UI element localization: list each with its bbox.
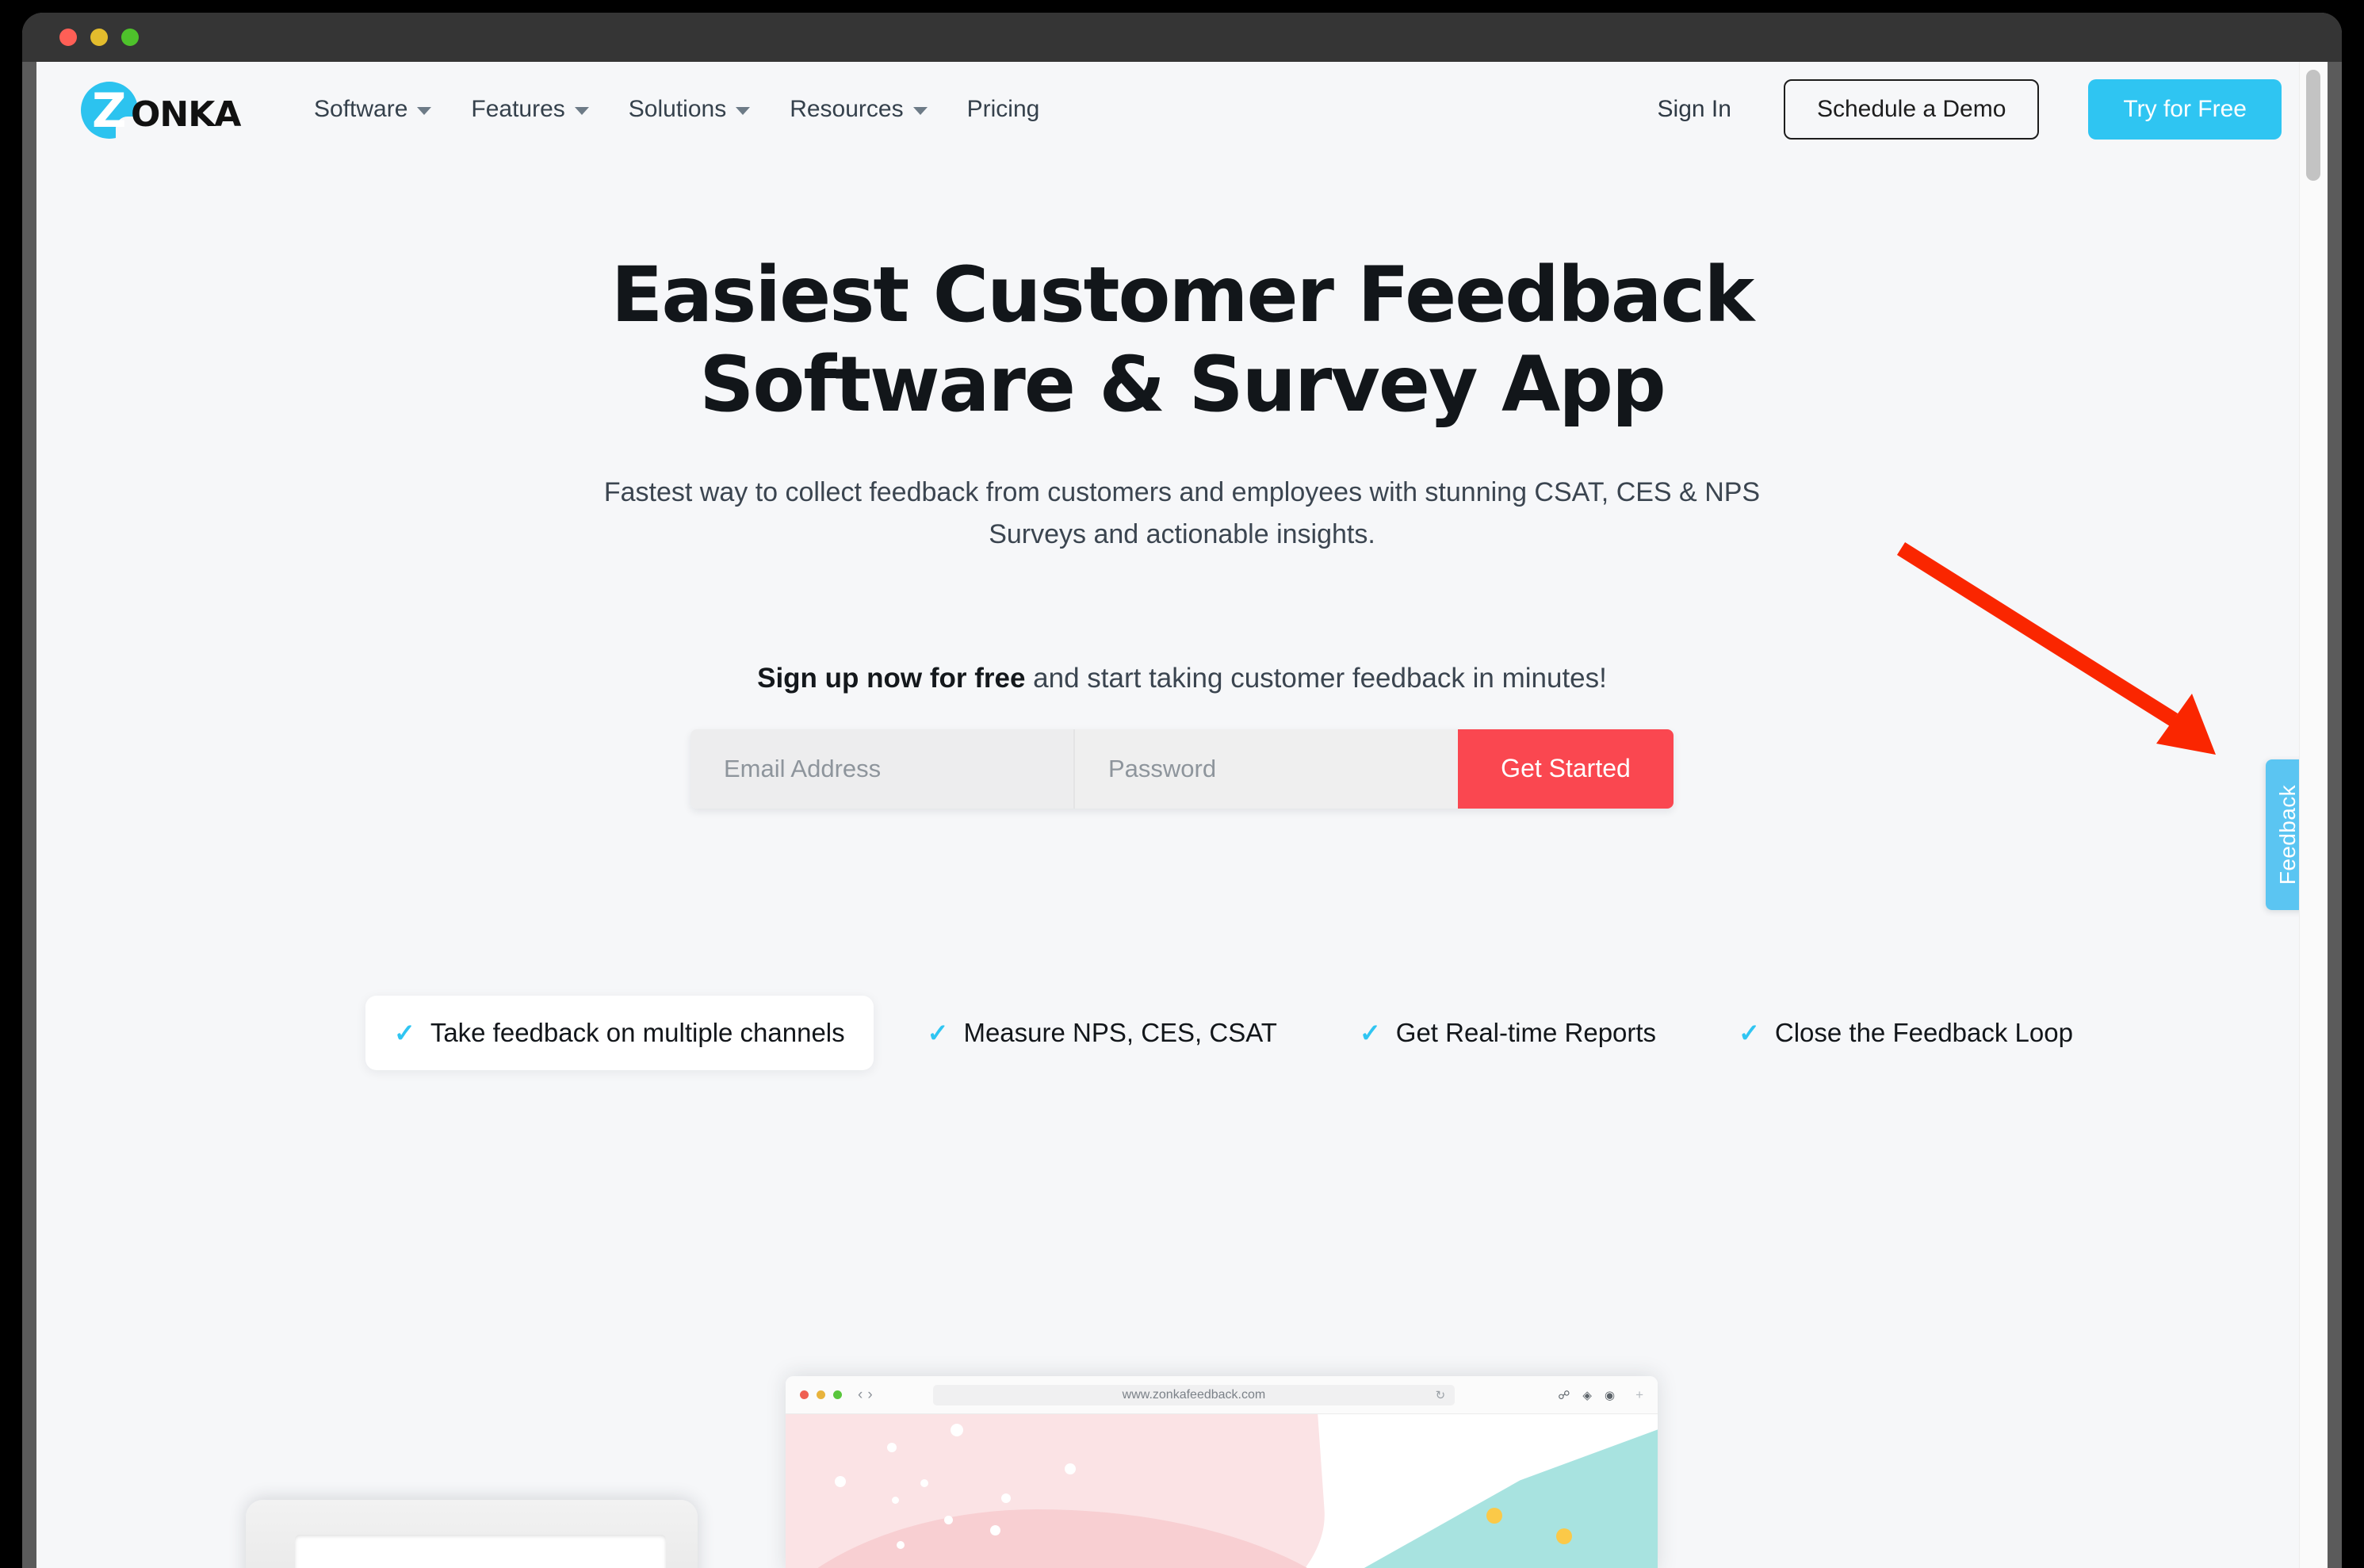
checklist-item-realtime-reports[interactable]: ✓ Get Real-time Reports bbox=[1331, 996, 1685, 1070]
feedback-tab-label: Feedback bbox=[2275, 784, 2300, 885]
checklist-item-measure-nps[interactable]: ✓ Measure NPS, CES, CSAT bbox=[899, 996, 1306, 1070]
nav-label-software: Software bbox=[314, 96, 408, 122]
kiosk-device-mockup bbox=[246, 1500, 698, 1568]
chevron-down-icon bbox=[912, 107, 928, 115]
chevron-down-icon bbox=[417, 107, 432, 115]
decorative-dot bbox=[887, 1443, 897, 1452]
traffic-light-controls bbox=[59, 13, 139, 62]
checklist-item-feedback-loop[interactable]: ✓ Close the Feedback Loop bbox=[1710, 996, 2102, 1070]
nav-item-features[interactable]: Features bbox=[451, 88, 608, 131]
sign-in-link[interactable]: Sign In bbox=[1639, 88, 1750, 131]
nav-item-software[interactable]: Software bbox=[294, 88, 451, 131]
hero-title-line-1: Easiest Customer Feedback bbox=[610, 250, 1755, 339]
checklist-label: Close the Feedback Loop bbox=[1774, 1017, 2073, 1047]
check-icon: ✓ bbox=[927, 1018, 949, 1047]
decorative-dot bbox=[944, 1516, 953, 1524]
decorative-dot bbox=[990, 1525, 1000, 1535]
browser-window: Z ONKA Software Features Solutions Resou… bbox=[22, 13, 2342, 1568]
mockup-maximize-icon bbox=[833, 1390, 842, 1399]
chevron-down-icon bbox=[736, 107, 751, 115]
decorative-dot bbox=[835, 1476, 846, 1487]
page-scrollbar-thumb[interactable] bbox=[2306, 70, 2320, 181]
window-titlebar bbox=[22, 13, 2342, 62]
kiosk-device-screen bbox=[295, 1535, 666, 1568]
close-window-button[interactable] bbox=[59, 29, 77, 46]
reload-icon: ↻ bbox=[1435, 1388, 1446, 1402]
nav-label-features: Features bbox=[471, 96, 565, 122]
decorative-yellow-dot bbox=[1486, 1508, 1502, 1524]
mockup-nav-arrows-icon: ‹› bbox=[858, 1386, 878, 1403]
get-started-button[interactable]: Get Started bbox=[1458, 729, 1674, 809]
settings-icon: ◉ bbox=[1604, 1388, 1616, 1402]
share-icon: ☍ bbox=[1558, 1388, 1570, 1402]
new-tab-icon: + bbox=[1635, 1386, 1643, 1402]
feature-checklist: ✓ Take feedback on multiple channels ✓ M… bbox=[365, 995, 2073, 1070]
check-icon: ✓ bbox=[394, 1018, 415, 1047]
decorative-dot bbox=[897, 1541, 905, 1549]
browser-mockup: ‹› www.zonkafeedback.com ↻ ☍ ◈ ◉ + bbox=[786, 1376, 1658, 1568]
signup-prompt-rest: and start taking customer feedback in mi… bbox=[1025, 662, 1607, 694]
zonka-logo[interactable]: Z ONKA bbox=[81, 80, 251, 140]
product-mockup: ‹› www.zonkafeedback.com ↻ ☍ ◈ ◉ + bbox=[36, 1338, 2328, 1568]
hero-subtitle: Fastest way to collect feedback from cus… bbox=[576, 472, 1788, 556]
page-scrollbar-track[interactable] bbox=[2299, 62, 2328, 1568]
checklist-item-multiple-channels[interactable]: ✓ Take feedback on multiple channels bbox=[365, 995, 874, 1070]
hero-section: Easiest Customer Feedback Software & Sur… bbox=[36, 157, 2328, 1070]
email-field[interactable] bbox=[690, 729, 1073, 809]
page-viewport: Z ONKA Software Features Solutions Resou… bbox=[36, 62, 2328, 1568]
checklist-label: Measure NPS, CES, CSAT bbox=[963, 1017, 1277, 1047]
mockup-address-bar: www.zonkafeedback.com ↻ bbox=[932, 1384, 1456, 1405]
minimize-window-button[interactable] bbox=[90, 29, 108, 46]
maximize-window-button[interactable] bbox=[121, 29, 139, 46]
mockup-url-text: www.zonkafeedback.com bbox=[1122, 1387, 1266, 1402]
schedule-demo-button[interactable]: Schedule a Demo bbox=[1783, 79, 2040, 140]
logo-wordmark: ONKA bbox=[131, 94, 241, 135]
nav-item-solutions[interactable]: Solutions bbox=[609, 88, 770, 131]
nav-label-solutions: Solutions bbox=[628, 96, 727, 122]
decorative-dot bbox=[1001, 1493, 1011, 1503]
decorative-teal-shape bbox=[1325, 1424, 1658, 1568]
nav-item-pricing[interactable]: Pricing bbox=[947, 88, 1060, 131]
main-navigation: Software Features Solutions Resources Pr… bbox=[294, 88, 1059, 131]
check-icon: ✓ bbox=[1359, 1018, 1381, 1047]
signup-prompt: Sign up now for free and start taking cu… bbox=[36, 663, 2328, 694]
decorative-yellow-dot bbox=[1556, 1528, 1572, 1544]
site-header: Z ONKA Software Features Solutions Resou… bbox=[36, 62, 2328, 157]
browser-mockup-toolbar: ‹› www.zonkafeedback.com ↻ ☍ ◈ ◉ + bbox=[786, 1376, 1658, 1414]
header-actions: Sign In Schedule a Demo Try for Free bbox=[1639, 79, 2282, 140]
password-field[interactable] bbox=[1073, 729, 1458, 809]
checklist-label: Get Real-time Reports bbox=[1395, 1017, 1657, 1047]
signup-form: Get Started bbox=[690, 729, 1674, 809]
logo-letter-z: Z bbox=[92, 83, 126, 139]
try-for-free-button[interactable]: Try for Free bbox=[2088, 79, 2282, 140]
mockup-close-icon bbox=[800, 1390, 809, 1399]
tabs-icon: ◈ bbox=[1582, 1388, 1592, 1402]
checklist-label: Take feedback on multiple channels bbox=[430, 1017, 845, 1047]
mockup-minimize-icon bbox=[817, 1390, 825, 1399]
decorative-dot bbox=[951, 1424, 963, 1436]
decorative-dot bbox=[892, 1497, 899, 1504]
decorative-dot bbox=[1065, 1463, 1076, 1474]
hero-title-line-2: Software & Survey App bbox=[699, 340, 1666, 430]
nav-item-resources[interactable]: Resources bbox=[770, 88, 947, 131]
check-icon: ✓ bbox=[1739, 1018, 1760, 1047]
mockup-toolbar-icons: ☍ ◈ ◉ + bbox=[1558, 1387, 1643, 1403]
hero-subtitle-line-1: Fastest way to collect feedback from cus… bbox=[603, 476, 1697, 507]
signup-prompt-bold: Sign up now for free bbox=[757, 662, 1026, 694]
nav-label-resources: Resources bbox=[790, 96, 904, 122]
decorative-dot bbox=[920, 1479, 928, 1487]
page-title: Easiest Customer Feedback Software & Sur… bbox=[508, 250, 1856, 430]
chevron-down-icon bbox=[574, 107, 589, 115]
mockup-canvas bbox=[786, 1414, 1658, 1568]
nav-label-pricing: Pricing bbox=[966, 96, 1040, 122]
